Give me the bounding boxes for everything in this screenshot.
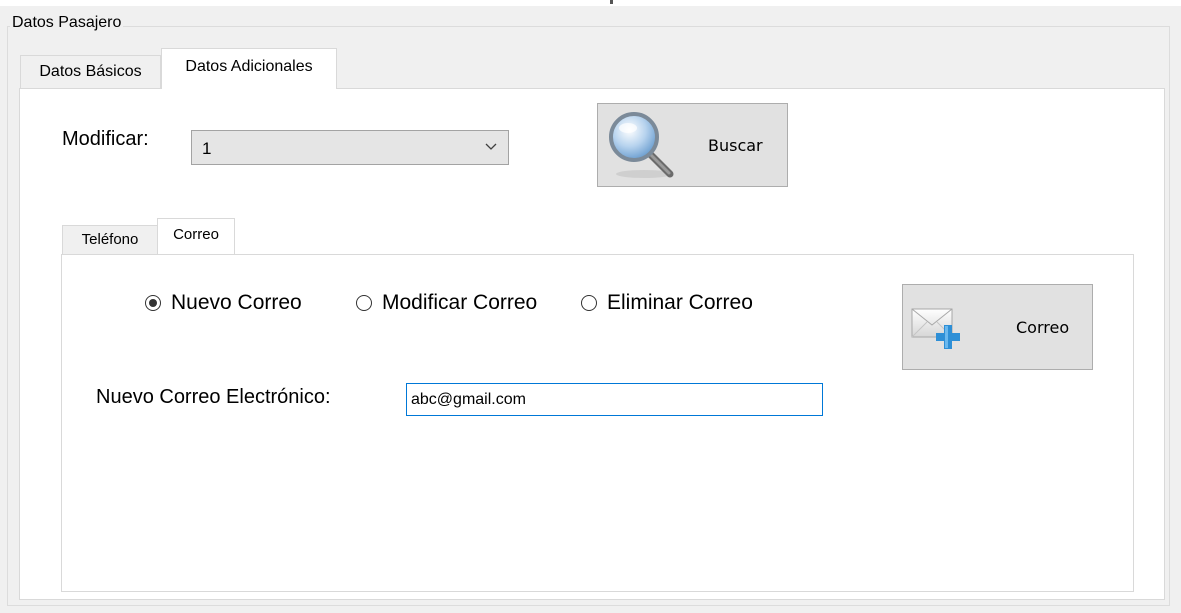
top-strip — [0, 0, 1181, 6]
modify-combobox-value: 1 — [202, 139, 212, 158]
group-title: Datos Pasajero — [10, 14, 124, 32]
magnifier-icon — [609, 112, 674, 178]
top-mark — [610, 0, 613, 4]
radio-button[interactable] — [356, 295, 372, 311]
modify-label: Modificar: — [62, 128, 149, 150]
radio-button-checked[interactable] — [145, 295, 161, 311]
radio-button[interactable] — [581, 295, 597, 311]
email-button-label: Correo — [1016, 318, 1070, 337]
email-button[interactable]: Correo — [902, 284, 1093, 370]
chevron-down-icon — [485, 143, 497, 150]
radio-nuevo-correo[interactable]: Nuevo Correo — [145, 289, 302, 317]
new-email-input[interactable] — [406, 383, 823, 416]
radio-modificar-correo[interactable]: Modificar Correo — [356, 289, 537, 317]
mail-add-icon — [911, 308, 960, 349]
tab-telefono[interactable]: Teléfono — [62, 225, 158, 254]
tab-datos-basicos[interactable]: Datos Básicos — [20, 55, 161, 88]
radio-label: Eliminar Correo — [607, 291, 753, 314]
search-button-label: Buscar — [708, 136, 763, 155]
radio-eliminar-correo[interactable]: Eliminar Correo — [581, 289, 753, 317]
new-email-label: Nuevo Correo Electrónico: — [96, 386, 331, 408]
radio-label: Nuevo Correo — [171, 291, 302, 314]
tab-correo[interactable]: Correo — [157, 218, 235, 255]
modify-combobox[interactable]: 1 — [191, 130, 509, 165]
search-button[interactable]: Buscar — [597, 103, 788, 187]
radio-label: Modificar Correo — [382, 291, 538, 314]
tab-datos-adicionales[interactable]: Datos Adicionales — [161, 48, 337, 89]
